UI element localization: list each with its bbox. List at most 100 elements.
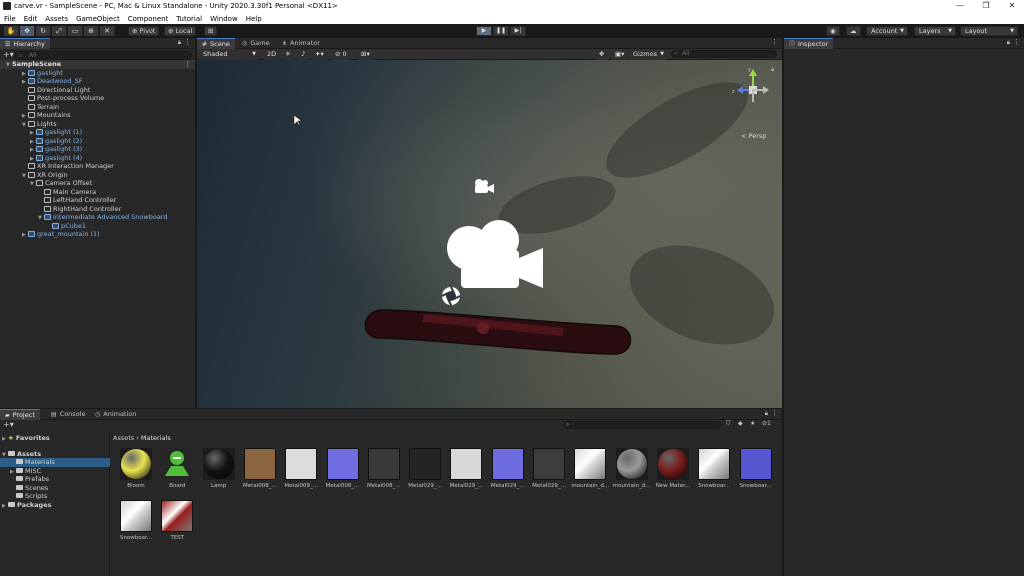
local-toggle[interactable]: ⊕ Local <box>164 26 197 36</box>
material-asset[interactable]: Snowboar... <box>696 448 732 496</box>
hierarchy-item[interactable]: ▶ gaslight (1) <box>0 128 195 137</box>
camera-settings-icon[interactable]: ▣▾ <box>611 50 629 60</box>
hierarchy-item[interactable]: ▶ Mountains <box>0 111 195 120</box>
rect-tool-icon[interactable]: ▭ <box>68 26 83 36</box>
play-icon[interactable]: ▶ <box>476 26 492 36</box>
material-asset[interactable]: Board <box>159 448 195 496</box>
minimize-button[interactable]: — <box>948 0 972 13</box>
create-object-button[interactable]: +▾ <box>3 50 14 59</box>
audio-toggle-icon[interactable]: ♪ <box>297 50 310 60</box>
hierarchy-item[interactable]: Main Camera <box>0 188 195 197</box>
cloud-icon[interactable]: ☁ <box>846 26 861 36</box>
panel-menu-icon[interactable]: ⋮ <box>1013 38 1020 46</box>
hierarchy-item[interactable]: Post-process Volume <box>0 94 195 103</box>
menu-assets[interactable]: Assets <box>45 15 68 23</box>
menu-window[interactable]: Window <box>210 15 238 23</box>
project-folder-row[interactable]: ▶ MISC <box>0 467 110 476</box>
menu-tutorial[interactable]: Tutorial <box>176 15 202 23</box>
hierarchy-search-input[interactable]: ⌕ All <box>14 51 192 60</box>
tools-toggle-icon[interactable]: ✥ <box>595 50 609 60</box>
menu-gameobject[interactable]: GameObject <box>76 15 120 23</box>
scene-menu-icon[interactable]: ⋮ <box>185 60 192 69</box>
project-folder-row[interactable]: ▼ Assets <box>0 450 110 459</box>
menu-help[interactable]: Help <box>246 15 262 23</box>
close-button[interactable]: ✕ <box>1000 0 1024 13</box>
lock-icon[interactable]: 🔒︎ <box>765 410 768 418</box>
material-asset[interactable]: Metal029_... <box>531 448 567 496</box>
material-asset[interactable]: TEST <box>159 500 195 548</box>
2d-toggle[interactable]: 2D <box>263 50 281 60</box>
material-asset[interactable]: Lamp <box>201 448 237 496</box>
shading-mode-dropdown[interactable]: Shaded ▼ <box>199 50 259 60</box>
search-by-type-icon[interactable]: ⛉ <box>726 420 731 428</box>
project-folder-row[interactable]: ▶ ★ Favorites <box>0 434 110 443</box>
tab-inspector[interactable]: ⓘ Inspector <box>784 38 834 49</box>
material-asset[interactable]: mountain_d... <box>613 448 650 496</box>
hierarchy-item[interactable]: LeftHand Controller <box>0 196 195 205</box>
menu-component[interactable]: Component <box>128 15 169 23</box>
main-camera-gizmo-icon[interactable] <box>443 218 543 290</box>
scene-search-input[interactable]: ⌕ All <box>671 50 777 58</box>
tab-game[interactable]: ◎ Game <box>237 38 275 49</box>
tab-hierarchy[interactable]: ☰ Hierarchy <box>0 38 50 49</box>
material-asset[interactable]: Metal029_... <box>490 448 526 496</box>
material-asset[interactable]: Snowboar... <box>118 500 154 548</box>
hierarchy-item[interactable]: ▶ gaslight <box>0 69 195 78</box>
material-asset[interactable]: Metal008_... <box>325 448 361 496</box>
hand-tool-icon[interactable]: ✋ <box>4 26 19 36</box>
hierarchy-item[interactable]: Terrain <box>0 103 195 112</box>
effects-dropdown-icon[interactable]: ✦▾ <box>311 50 328 60</box>
grid-toggle-icon[interactable]: ⊞▾ <box>357 50 374 60</box>
material-asset[interactable]: Metal029_... <box>448 448 484 496</box>
lock-icon[interactable]: 🔒︎ <box>1007 39 1010 47</box>
layers-dropdown[interactable]: Layers ▼ <box>914 26 956 36</box>
pivot-toggle[interactable]: ⊕ Pivot <box>128 26 160 36</box>
favorites-star-icon[interactable]: ★ <box>750 420 755 427</box>
tab-scene[interactable]: # Scene <box>197 38 235 49</box>
account-dropdown[interactable]: Account ▼ <box>866 26 908 36</box>
project-search-input[interactable]: ⌕ <box>563 421 721 429</box>
panel-menu-icon[interactable]: ⋮ <box>184 38 191 46</box>
hierarchy-item[interactable]: RightHand Controller <box>0 205 195 214</box>
hierarchy-item[interactable]: ▶ gaslight (2) <box>0 137 195 146</box>
search-by-label-icon[interactable]: ◆ <box>738 420 743 427</box>
hierarchy-item[interactable]: ▶ gaslight (4) <box>0 154 195 163</box>
scale-tool-icon[interactable]: ⤢ <box>52 26 67 36</box>
maximize-button[interactable]: ❐ <box>974 0 998 13</box>
panel-menu-icon[interactable]: ⋮ <box>771 409 778 417</box>
tab-project[interactable]: ▰ Project <box>0 409 40 420</box>
hierarchy-item[interactable]: ▶ great_mountain (1) <box>0 230 195 239</box>
hierarchy-item[interactable]: pCube1 <box>0 222 195 231</box>
hierarchy-item[interactable]: Directional Light <box>0 86 195 95</box>
material-asset[interactable]: mountain_d... <box>571 448 609 496</box>
material-asset[interactable]: Metal009_... <box>283 448 319 496</box>
hidden-packages-toggle[interactable]: ⊘1 <box>762 420 771 427</box>
lock-icon[interactable]: 🔒︎ <box>178 39 181 47</box>
material-asset[interactable]: Metal008_... <box>242 448 278 496</box>
project-folder-row[interactable]: Scenes <box>0 484 110 493</box>
hierarchy-scene-row[interactable]: ▼ SampleScene ⋮ <box>0 60 195 69</box>
hierarchy-item[interactable]: ▼ Intermediate Advanced Snowboard <box>0 213 195 222</box>
move-tool-icon[interactable]: ✥ <box>20 26 35 36</box>
project-folder-row[interactable]: ▶ Packages <box>0 501 110 510</box>
gizmos-dropdown[interactable]: Gizmos ▼ <box>629 50 667 60</box>
hierarchy-item[interactable]: ▼ XR Origin <box>0 171 195 180</box>
lock-icon[interactable]: 🔒︎ <box>771 66 774 74</box>
step-icon[interactable]: ▶| <box>510 26 526 36</box>
breadcrumb-assets[interactable]: Assets <box>113 434 134 442</box>
hierarchy-item[interactable]: ▶ gaslight (3) <box>0 145 195 154</box>
tab-animator[interactable]: ⋔ Animator <box>277 38 325 49</box>
grid-snap-icon[interactable]: ⊞ <box>204 26 218 36</box>
snowboard-model[interactable] <box>363 304 635 360</box>
breadcrumb-materials[interactable]: Materials <box>141 434 171 442</box>
hidden-objects-toggle[interactable]: ⊘ 0 <box>331 50 351 60</box>
project-folder-row[interactable]: Materials <box>0 458 110 467</box>
menu-file[interactable]: File <box>4 15 16 23</box>
projection-label[interactable]: < Persp <box>741 132 766 140</box>
material-asset[interactable]: Metal008_... <box>366 448 402 496</box>
tab-console[interactable]: ▤ Console <box>46 409 90 420</box>
project-folder-row[interactable]: Scripts <box>0 492 110 501</box>
tab-animation[interactable]: ◷ Animation <box>90 409 141 420</box>
menu-edit[interactable]: Edit <box>24 15 38 23</box>
panel-menu-icon[interactable]: ⋮ <box>771 38 778 46</box>
